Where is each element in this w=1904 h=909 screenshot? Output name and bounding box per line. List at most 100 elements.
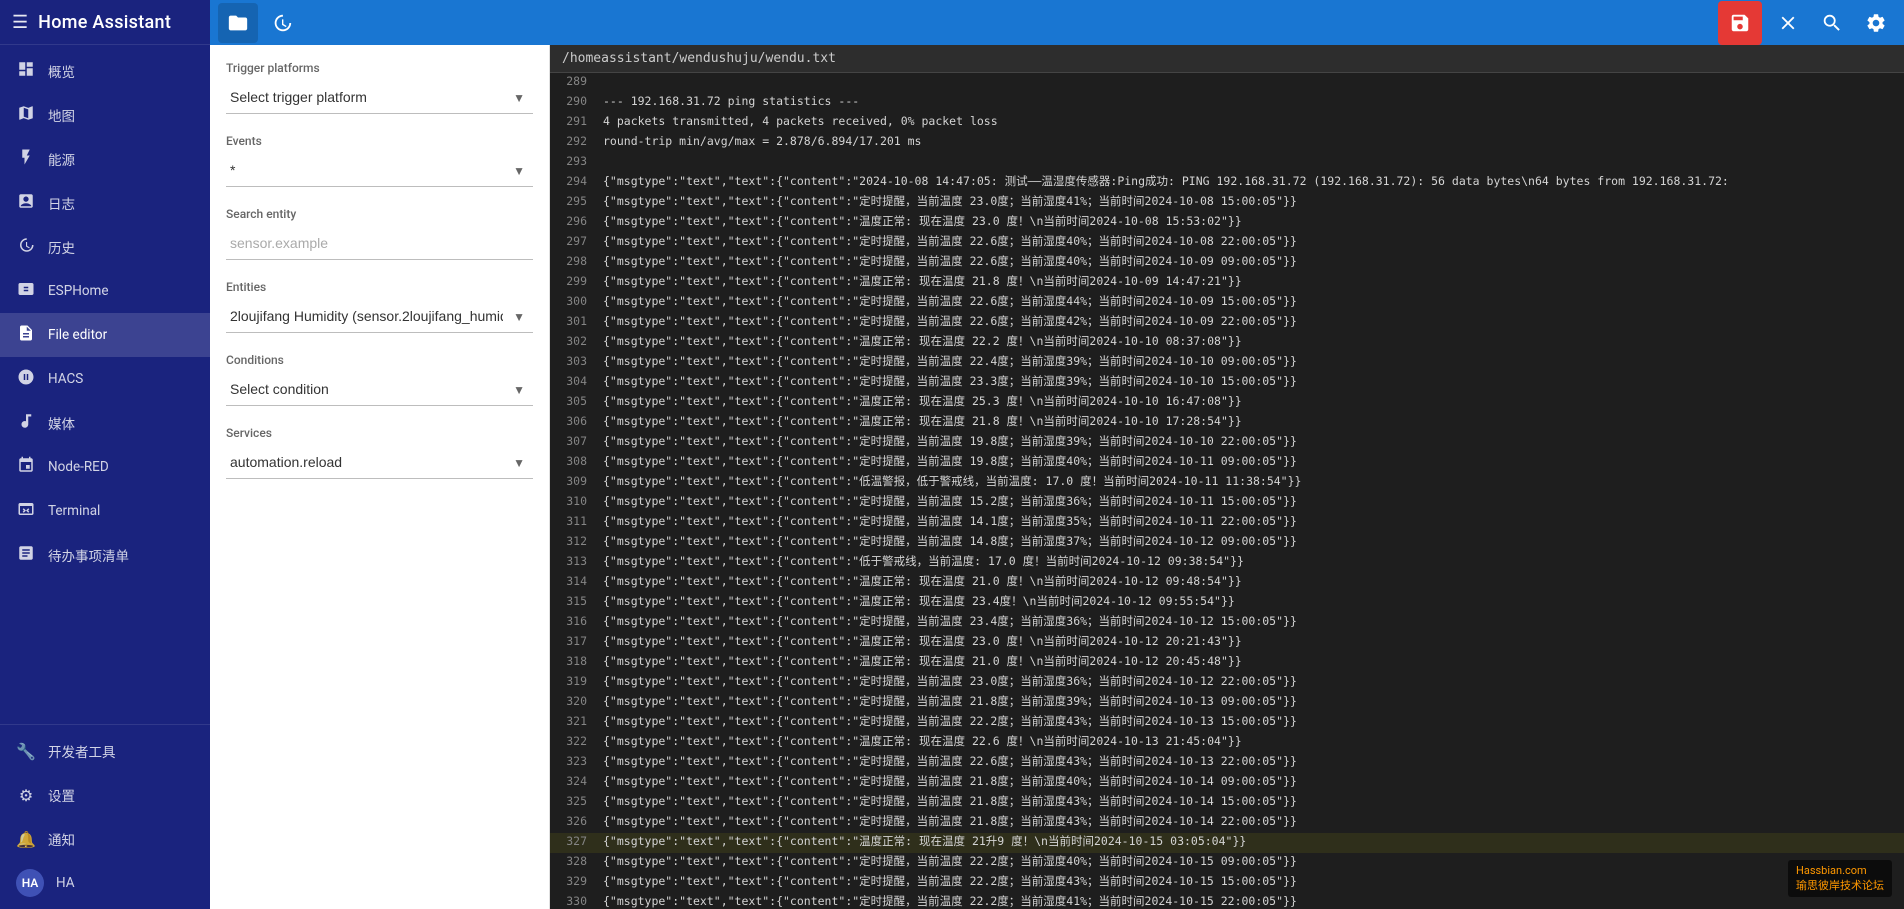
hamburger-menu-icon[interactable]: ☰	[12, 12, 28, 33]
trigger-select-wrapper: Select trigger platform ▼	[226, 81, 533, 114]
save-button[interactable]	[1718, 1, 1762, 45]
sidebar-history-icon	[16, 236, 36, 258]
line-content: {"msgtype":"text","text":{"content":"202…	[595, 173, 1737, 193]
sidebar-item-notifications[interactable]: 🔔通知	[0, 817, 210, 861]
sidebar-item-media[interactable]: 媒体	[0, 401, 210, 445]
file-line: 303{"msgtype":"text","text":{"content":"…	[550, 353, 1904, 373]
sidebar-hacs-label: HACS	[48, 371, 83, 387]
sidebar-item-hacs[interactable]: HACS	[0, 357, 210, 401]
file-line: 300{"msgtype":"text","text":{"content":"…	[550, 293, 1904, 313]
file-line: 2914 packets transmitted, 4 packets rece…	[550, 113, 1904, 133]
line-content	[595, 153, 611, 173]
file-line: 298{"msgtype":"text","text":{"content":"…	[550, 253, 1904, 273]
history-button[interactable]	[262, 3, 302, 43]
line-number: 307	[550, 433, 595, 453]
line-content: {"msgtype":"text","text":{"content":"定时提…	[595, 293, 1305, 313]
line-number: 291	[550, 113, 595, 133]
sidebar-map-icon	[16, 104, 36, 126]
line-number: 326	[550, 813, 595, 833]
line-content: {"msgtype":"text","text":{"content":"定时提…	[595, 773, 1305, 793]
file-path-bar: /homeassistant/wendushuju/wendu.txt	[550, 45, 1904, 73]
sidebar-log-icon	[16, 192, 36, 214]
sidebar-settings-label: 设置	[48, 785, 75, 805]
sidebar-item-todo[interactable]: 待办事项清单	[0, 533, 210, 577]
line-content: {"msgtype":"text","text":{"content":"定时提…	[595, 373, 1305, 393]
sidebar-item-developer[interactable]: 🔧开发者工具	[0, 729, 210, 773]
line-content: --- 192.168.31.72 ping statistics ---	[595, 93, 867, 113]
close-button[interactable]	[1768, 3, 1808, 43]
sidebar-terminal-icon	[16, 500, 36, 522]
line-content: {"msgtype":"text","text":{"content":"定时提…	[595, 693, 1305, 713]
line-number: 290	[550, 93, 595, 113]
sidebar: ☰ Home Assistant 概览地图能源日志历史ESPHome File e…	[0, 0, 210, 909]
file-line: 311{"msgtype":"text","text":{"content":"…	[550, 513, 1904, 533]
content-area: Trigger platforms Select trigger platfor…	[210, 45, 1904, 909]
sidebar-item-log[interactable]: 日志	[0, 181, 210, 225]
events-select[interactable]: *	[226, 154, 533, 187]
line-content: 4 packets transmitted, 4 packets receive…	[595, 113, 1006, 133]
line-number: 310	[550, 493, 595, 513]
file-line: 312{"msgtype":"text","text":{"content":"…	[550, 533, 1904, 553]
sidebar-node-red-icon	[16, 456, 36, 478]
line-content: {"msgtype":"text","text":{"content":"定时提…	[595, 513, 1305, 533]
sidebar-todo-label: 待办事项清单	[48, 545, 129, 565]
sidebar-item-settings[interactable]: ⚙设置	[0, 773, 210, 817]
file-content[interactable]: 289290--- 192.168.31.72 ping statistics …	[550, 73, 1904, 909]
settings-topbar-button[interactable]	[1856, 3, 1896, 43]
file-line: 309{"msgtype":"text","text":{"content":"…	[550, 473, 1904, 493]
entities-select[interactable]: 2loujifang Humidity (sensor.2loujifang_h…	[226, 300, 533, 333]
services-select[interactable]: automation.reload	[226, 446, 533, 479]
line-number: 300	[550, 293, 595, 313]
line-number: 292	[550, 133, 595, 153]
file-line: 328{"msgtype":"text","text":{"content":"…	[550, 853, 1904, 873]
line-number: 312	[550, 533, 595, 553]
line-content: {"msgtype":"text","text":{"content":"定时提…	[595, 613, 1305, 633]
sidebar-item-map[interactable]: 地图	[0, 93, 210, 137]
entities-label: Entities	[226, 280, 533, 294]
services-label: Services	[226, 426, 533, 440]
sidebar-item-file-editor[interactable]: File editor	[0, 313, 210, 357]
file-line: 317{"msgtype":"text","text":{"content":"…	[550, 633, 1904, 653]
line-content: {"msgtype":"text","text":{"content":"温度正…	[595, 833, 1254, 853]
sidebar-notifications-label: 通知	[48, 829, 75, 849]
line-number: 317	[550, 633, 595, 653]
trigger-label: Trigger platforms	[226, 61, 533, 75]
line-content: {"msgtype":"text","text":{"content":"定时提…	[595, 533, 1305, 553]
file-line: 330{"msgtype":"text","text":{"content":"…	[550, 893, 1904, 909]
app-title: Home Assistant	[38, 12, 171, 33]
sidebar-item-overview[interactable]: 概览	[0, 49, 210, 93]
sidebar-file-editor-label: File editor	[48, 327, 107, 343]
search-button[interactable]	[1812, 3, 1852, 43]
sidebar-item-history[interactable]: 历史	[0, 225, 210, 269]
file-line: 324{"msgtype":"text","text":{"content":"…	[550, 773, 1904, 793]
conditions-select[interactable]: Select condition	[226, 373, 533, 406]
file-line: 301{"msgtype":"text","text":{"content":"…	[550, 313, 1904, 333]
line-number: 320	[550, 693, 595, 713]
sidebar-nav: 概览地图能源日志历史ESPHome File editor HACS 媒体Node-R…	[0, 45, 210, 724]
file-line: 318{"msgtype":"text","text":{"content":"…	[550, 653, 1904, 673]
sidebar-media-icon	[16, 412, 36, 434]
file-line: 302{"msgtype":"text","text":{"content":"…	[550, 333, 1904, 353]
line-number: 313	[550, 553, 595, 573]
sidebar-energy-label: 能源	[48, 149, 75, 169]
sidebar-item-energy[interactable]: 能源	[0, 137, 210, 181]
file-line: 295{"msgtype":"text","text":{"content":"…	[550, 193, 1904, 213]
line-content: {"msgtype":"text","text":{"content":"定时提…	[595, 793, 1305, 813]
search-entity-input[interactable]	[226, 227, 533, 260]
sidebar-item-terminal[interactable]: Terminal	[0, 489, 210, 533]
file-line: 296{"msgtype":"text","text":{"content":"…	[550, 213, 1904, 233]
line-content: {"msgtype":"text","text":{"content":"温度正…	[595, 633, 1250, 653]
file-line: 322{"msgtype":"text","text":{"content":"…	[550, 733, 1904, 753]
line-content: {"msgtype":"text","text":{"content":"定时提…	[595, 873, 1305, 893]
folder-button[interactable]	[218, 3, 258, 43]
trigger-select[interactable]: Select trigger platform	[226, 81, 533, 114]
line-content: {"msgtype":"text","text":{"content":"定时提…	[595, 453, 1305, 473]
line-number: 295	[550, 193, 595, 213]
file-line: 305{"msgtype":"text","text":{"content":"…	[550, 393, 1904, 413]
sidebar-item-user[interactable]: HAHA	[0, 861, 210, 905]
sidebar-todo-icon	[16, 544, 36, 566]
sidebar-item-esphome[interactable]: ESPHome	[0, 269, 210, 313]
conditions-section: Conditions Select condition ▼	[226, 353, 533, 406]
sidebar-item-node-red[interactable]: Node-RED	[0, 445, 210, 489]
user-avatar: HA	[16, 869, 44, 897]
